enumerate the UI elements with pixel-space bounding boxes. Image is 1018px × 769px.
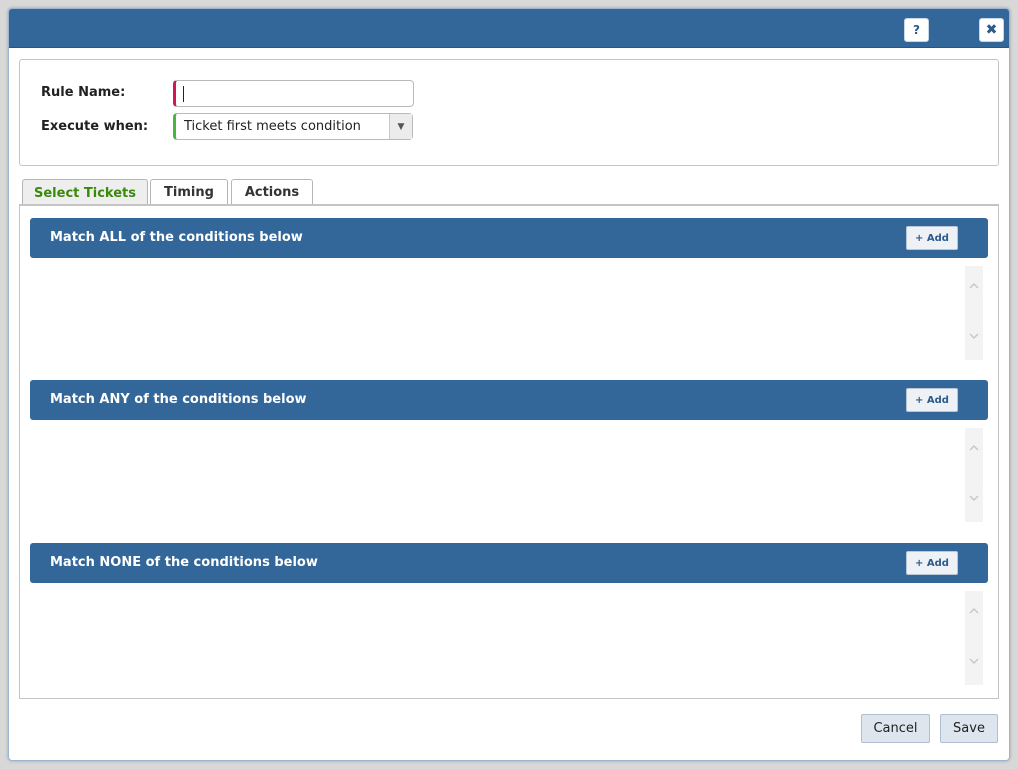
execute-when-value: Ticket first meets condition bbox=[184, 119, 361, 134]
add-condition-button[interactable]: + Add bbox=[906, 388, 958, 412]
dialog-titlebar: ? ✖ bbox=[9, 9, 1009, 48]
execute-when-select[interactable]: Ticket first meets condition ▼ bbox=[173, 113, 413, 140]
scrollbar[interactable] bbox=[965, 591, 983, 685]
tab-select-tickets[interactable]: Select Tickets bbox=[22, 179, 148, 206]
conditions-list bbox=[30, 591, 988, 685]
rule-settings-panel: Rule Name: Execute when: Ticket first me… bbox=[19, 59, 999, 166]
section-header: Match ALL of the conditions below + Add bbox=[30, 218, 988, 258]
execute-when-label: Execute when: bbox=[41, 119, 149, 134]
rule-dialog: ? ✖ Rule Name: Execute when: Ticket firs… bbox=[8, 8, 1010, 761]
rule-name-label: Rule Name: bbox=[41, 85, 126, 100]
dropdown-arrow-icon[interactable]: ▼ bbox=[389, 114, 412, 139]
scroll-up-icon[interactable] bbox=[968, 442, 980, 454]
scroll-up-icon[interactable] bbox=[968, 280, 980, 292]
text-caret bbox=[183, 86, 184, 102]
conditions-list bbox=[30, 266, 988, 360]
section-title: Match ANY of the conditions below bbox=[50, 392, 307, 407]
scrollbar[interactable] bbox=[965, 266, 983, 360]
help-button[interactable]: ? bbox=[904, 18, 929, 42]
close-button[interactable]: ✖ bbox=[979, 18, 1004, 42]
scrollbar[interactable] bbox=[965, 428, 983, 522]
section-header: Match NONE of the conditions below + Add bbox=[30, 543, 988, 583]
scroll-down-icon[interactable] bbox=[968, 492, 980, 504]
tab-actions[interactable]: Actions bbox=[231, 179, 313, 205]
section-title: Match NONE of the conditions below bbox=[50, 555, 318, 570]
scroll-down-icon[interactable] bbox=[968, 330, 980, 342]
rule-name-input[interactable] bbox=[173, 80, 414, 107]
add-condition-button[interactable]: + Add bbox=[906, 551, 958, 575]
cancel-button[interactable]: Cancel bbox=[861, 714, 930, 743]
scroll-up-icon[interactable] bbox=[968, 605, 980, 617]
add-condition-button[interactable]: + Add bbox=[906, 226, 958, 250]
tab-timing[interactable]: Timing bbox=[150, 179, 228, 205]
conditions-list bbox=[30, 428, 988, 522]
scroll-down-icon[interactable] bbox=[968, 655, 980, 667]
save-button[interactable]: Save bbox=[940, 714, 998, 743]
select-tickets-panel: Match ALL of the conditions below + Add … bbox=[19, 204, 999, 699]
section-title: Match ALL of the conditions below bbox=[50, 230, 303, 245]
section-header: Match ANY of the conditions below + Add bbox=[30, 380, 988, 420]
